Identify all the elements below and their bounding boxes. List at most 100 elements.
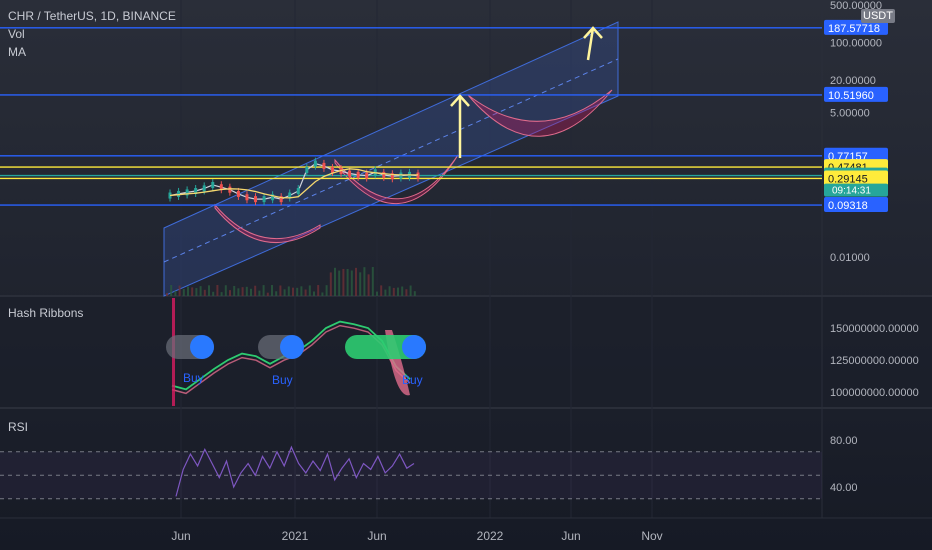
rsi-tick-label: 40.00 bbox=[830, 482, 858, 494]
volume-bar bbox=[166, 293, 168, 296]
volume-bar bbox=[401, 286, 404, 296]
volume-bar bbox=[371, 267, 374, 296]
chart-canvas: BuyBuyBuy 187.5771810.519600.771570.4748… bbox=[0, 0, 932, 550]
volume-bar bbox=[355, 267, 357, 296]
volume-bar bbox=[359, 272, 362, 296]
candle-body bbox=[330, 166, 334, 173]
time-tick-label: Jun bbox=[367, 529, 386, 543]
volume-bar bbox=[174, 290, 177, 296]
volume-bar bbox=[182, 289, 185, 296]
volume-indicator-label[interactable]: Vol bbox=[8, 27, 25, 41]
volume-bar bbox=[283, 289, 286, 296]
candle-body bbox=[399, 172, 403, 179]
candle-body bbox=[313, 160, 317, 167]
currency-unit-badge[interactable]: USDT bbox=[861, 9, 895, 23]
volume-bar bbox=[216, 285, 219, 296]
volume-bar bbox=[376, 291, 378, 296]
volume-bar bbox=[237, 288, 240, 296]
time-tick-label: Jun bbox=[561, 529, 580, 543]
volume-bar bbox=[342, 268, 345, 296]
volume-bar bbox=[254, 285, 257, 296]
level-label: 187.57718 bbox=[828, 23, 880, 35]
volume-bar bbox=[409, 285, 412, 296]
candle-body bbox=[236, 190, 240, 197]
price-tick-label: 0.01000 bbox=[830, 252, 870, 264]
ma-indicator-label[interactable]: MA bbox=[8, 45, 26, 59]
volume-bar bbox=[199, 286, 202, 296]
candle-body bbox=[202, 185, 206, 192]
candle-body bbox=[254, 196, 258, 203]
volume-bar bbox=[329, 272, 332, 296]
volume-bar bbox=[245, 286, 248, 296]
volume-bar bbox=[191, 287, 194, 296]
volume-bar bbox=[258, 290, 261, 296]
price-tick-label: 100.00000 bbox=[830, 37, 882, 49]
volume-bar bbox=[241, 287, 244, 296]
volume-bar bbox=[388, 286, 391, 296]
volume-bar bbox=[346, 269, 349, 296]
volume-bar bbox=[187, 286, 189, 296]
volume-bar bbox=[233, 285, 236, 296]
volume-bar bbox=[262, 285, 265, 296]
volume-bar bbox=[220, 292, 223, 296]
candle-body bbox=[365, 172, 369, 179]
price-tick-label: 20.00000 bbox=[830, 75, 876, 87]
candle-body bbox=[177, 190, 181, 197]
candle-body bbox=[305, 166, 309, 173]
time-tick-label: Jun bbox=[171, 529, 190, 543]
volume-bar bbox=[279, 285, 282, 296]
volume-bar bbox=[170, 285, 173, 296]
chart-title: CHR / TetherUS, 1D, BINANCE bbox=[8, 9, 176, 23]
countdown-label: 09:14:31 bbox=[832, 186, 871, 197]
level-label: 0.09318 bbox=[828, 200, 868, 212]
candle-body bbox=[296, 188, 300, 195]
volume-bar bbox=[363, 267, 366, 296]
volume-bar bbox=[296, 287, 299, 296]
candle-body bbox=[245, 194, 249, 201]
ribbon-toggle-knob bbox=[280, 335, 304, 359]
volume-bar bbox=[413, 291, 416, 296]
volume-bar bbox=[405, 289, 408, 296]
volume-bar bbox=[367, 274, 370, 296]
volume-bar bbox=[203, 289, 206, 296]
candle-body bbox=[348, 170, 352, 177]
rsi-label[interactable]: RSI bbox=[8, 420, 28, 434]
hash-ribbons-label[interactable]: Hash Ribbons bbox=[8, 306, 83, 320]
volume-bar bbox=[325, 285, 328, 296]
volume-bar bbox=[300, 286, 303, 296]
price-tick-label: 5.00000 bbox=[830, 107, 870, 119]
hash-pane-bg bbox=[0, 296, 932, 408]
volume-bar bbox=[275, 291, 278, 296]
level-label: 10.51960 bbox=[828, 90, 874, 102]
candle-body bbox=[416, 172, 420, 179]
candle-body bbox=[211, 182, 215, 189]
volume-bar bbox=[397, 287, 399, 296]
volume-bar bbox=[380, 285, 383, 296]
time-tick-label: 2021 bbox=[282, 529, 309, 543]
rsi-pane[interactable] bbox=[0, 445, 822, 500]
volume-bar bbox=[208, 285, 210, 296]
volume-bar bbox=[195, 288, 198, 296]
candle-body bbox=[262, 196, 266, 203]
ribbon-toggle-knob bbox=[190, 335, 214, 359]
volume-bar bbox=[334, 267, 336, 296]
volume-bar bbox=[271, 285, 273, 296]
volume-bar bbox=[384, 289, 387, 296]
volume-bar bbox=[212, 291, 215, 296]
volume-bar bbox=[338, 270, 341, 296]
volume-bar bbox=[317, 285, 320, 296]
time-tick-label: Nov bbox=[641, 529, 662, 543]
volume-bar bbox=[292, 287, 294, 296]
hash-tick-label: 125000000.00000 bbox=[830, 355, 919, 367]
ribbon-toggle-knob bbox=[402, 335, 426, 359]
buy-signal-label: Buy bbox=[272, 373, 293, 387]
volume-bar bbox=[304, 289, 307, 296]
volume-bar bbox=[229, 290, 231, 296]
buy-signal-label: Buy bbox=[402, 373, 423, 387]
volume-bar bbox=[313, 291, 315, 296]
buy-signal-label: Buy bbox=[183, 371, 204, 385]
volume-bar bbox=[266, 292, 269, 296]
time-tick-label: 2022 bbox=[477, 529, 504, 543]
volume-bar bbox=[308, 285, 311, 296]
volume-bar bbox=[178, 285, 181, 296]
